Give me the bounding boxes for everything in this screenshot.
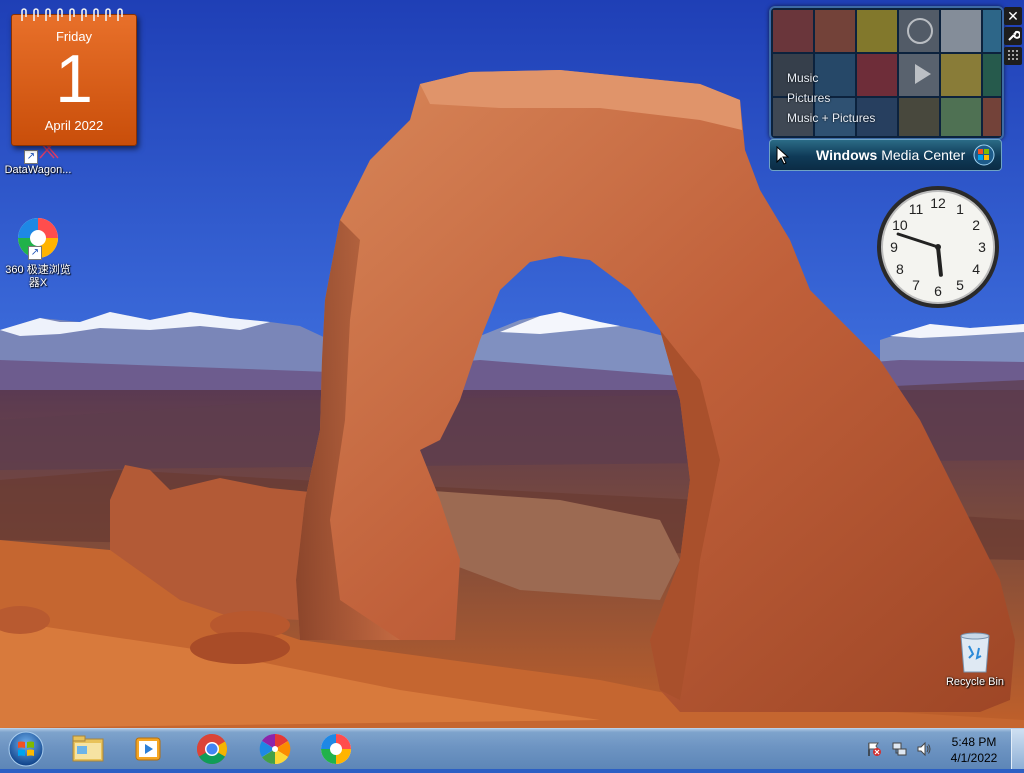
clock-number: 3 bbox=[978, 239, 986, 255]
clock-gadget[interactable]: 12 12 3 45678 9 1011 bbox=[875, 184, 1001, 310]
taskbar-chrome[interactable] bbox=[186, 731, 238, 767]
clock-number: 11 bbox=[909, 201, 924, 217]
clock-number: 6 bbox=[934, 283, 942, 299]
mc-menu-music-pictures[interactable]: Music + Pictures bbox=[787, 111, 875, 125]
taskbar-pinwheel-app[interactable] bbox=[249, 731, 301, 767]
mc-menu-music[interactable]: Music bbox=[787, 71, 818, 85]
start-button[interactable] bbox=[6, 730, 46, 768]
shortcut-arrow-icon: ↗ bbox=[28, 246, 42, 260]
gadget-drag-handle[interactable] bbox=[1004, 47, 1022, 65]
calendar-gadget[interactable]: Friday 1 April 2022 bbox=[11, 8, 137, 146]
show-desktop-button[interactable] bbox=[1011, 729, 1024, 769]
drag-grip-icon bbox=[1008, 50, 1018, 60]
taskbar-360-browser[interactable] bbox=[310, 731, 362, 767]
taskbar: 5:48 PM 4/1/2022 bbox=[0, 728, 1024, 769]
taskbar-media-player[interactable] bbox=[122, 731, 174, 767]
shortcut-arrow-icon: ↗ bbox=[24, 150, 38, 164]
calendar-month-year: April 2022 bbox=[44, 118, 104, 133]
desktop[interactable]: ↗ DataWagon... ↗ 360 极速浏览 器X Recycle Bin… bbox=[0, 0, 1024, 728]
clock-number: 9 bbox=[890, 239, 898, 255]
windows-orb-icon bbox=[973, 144, 995, 166]
calendar-day-number: 1 bbox=[55, 41, 93, 117]
action-center-flag-icon[interactable] bbox=[866, 741, 882, 757]
desktop-icon-label-line1: 360 极速浏览 bbox=[5, 264, 71, 276]
pinwheel-icon bbox=[259, 733, 291, 765]
clock-number: 12 bbox=[930, 195, 946, 211]
media-center-launch-bar[interactable]: Windows Media Center bbox=[769, 139, 1002, 171]
clock-number: 8 bbox=[896, 261, 904, 277]
mouse-cursor-icon bbox=[776, 146, 790, 165]
taskbar-date[interactable]: 4/1/2022 bbox=[935, 751, 1013, 765]
windows-start-orb-icon bbox=[8, 731, 44, 767]
media-center-title: Windows Media Center bbox=[816, 147, 966, 163]
clock-number: 10 bbox=[892, 217, 908, 233]
taskbar-time[interactable]: 5:48 PM bbox=[935, 735, 1013, 749]
network-icon[interactable] bbox=[892, 741, 908, 757]
wrench-icon bbox=[1008, 30, 1021, 41]
clock-number: 4 bbox=[972, 261, 980, 277]
recycle-bin-icon bbox=[955, 630, 995, 674]
360-browser-icon: ↗ bbox=[14, 214, 62, 262]
desktop-icon-label: DataWagon... bbox=[4, 164, 72, 176]
chrome-icon bbox=[196, 734, 228, 765]
clock-number: 1 bbox=[956, 201, 964, 217]
mc-menu-pictures[interactable]: Pictures bbox=[787, 91, 830, 105]
volume-icon[interactable] bbox=[916, 741, 932, 757]
media-center-gadget[interactable]: Music Pictures Music + Pictures bbox=[769, 6, 1004, 140]
desktop-icon-label: Recycle Bin bbox=[945, 676, 1005, 688]
taskbar-file-explorer[interactable] bbox=[62, 731, 114, 767]
desktop-icon-360-browser[interactable]: ↗ 360 极速浏览 器X bbox=[0, 214, 76, 290]
clock-number: 7 bbox=[912, 277, 920, 293]
calendar-rings-icon bbox=[21, 8, 123, 21]
clock-number: 2 bbox=[972, 217, 980, 233]
media-player-icon bbox=[135, 737, 161, 761]
360-browser-icon bbox=[321, 734, 351, 764]
folder-icon bbox=[72, 735, 104, 762]
gadget-close-button[interactable]: ✕ bbox=[1004, 7, 1022, 25]
gadget-options-button[interactable] bbox=[1004, 27, 1022, 45]
desktop-icon-recycle-bin[interactable]: Recycle Bin bbox=[937, 630, 1013, 689]
desktop-icon-label-line2: 器X bbox=[28, 277, 48, 289]
clock-number: 5 bbox=[956, 277, 964, 293]
